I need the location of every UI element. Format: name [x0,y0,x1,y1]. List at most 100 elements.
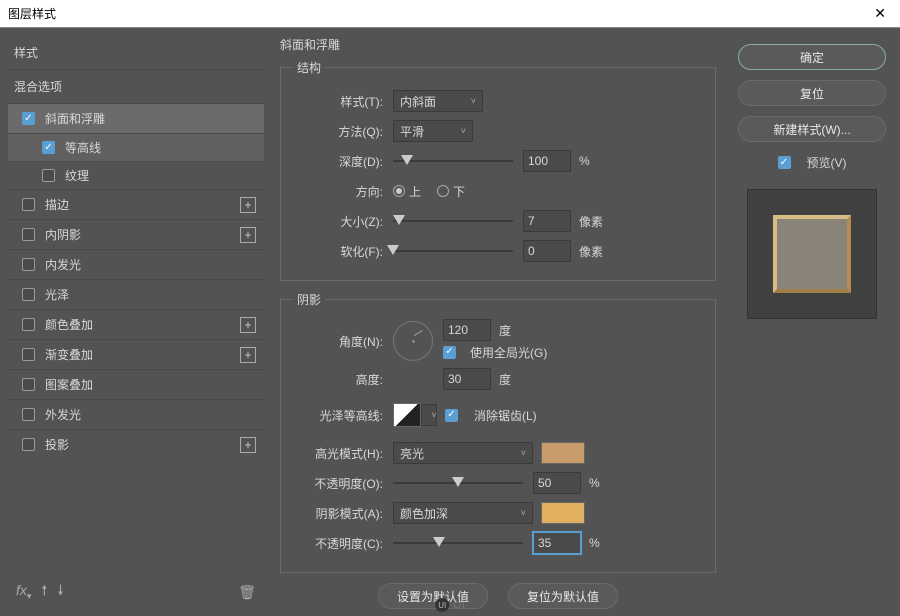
structure-legend: 结构 [293,59,325,76]
sidebar-item-color-overlay[interactable]: 颜色叠加+ [8,309,264,339]
checkbox-icon[interactable] [42,169,55,182]
shading-legend: 阴影 [293,291,325,308]
sidebar-footer: fx▾ 🠕 🠗 🗑 [8,576,264,608]
checkbox-icon[interactable] [22,288,35,301]
preview-toggle[interactable]: 预览(V) [778,154,847,171]
structure-group: 结构 样式(T):内斜面˅ 方法(Q):平滑˅ 深度(D):% 方向:上下 大小… [280,59,716,281]
size-slider[interactable] [393,213,513,229]
angle-label: 角度(N): [293,333,393,350]
shadow-opacity-input[interactable] [533,532,581,554]
panel-title: 斜面和浮雕 [280,36,716,53]
angle-dial[interactable] [393,321,433,361]
direction-label: 方向: [293,183,393,200]
watermark: UIcn [435,598,465,612]
blend-options[interactable]: 混合选项 [8,69,264,103]
settings-panel: 斜面和浮雕 结构 样式(T):内斜面˅ 方法(Q):平滑˅ 深度(D):% 方向… [268,28,724,616]
sidebar-item-satin[interactable]: 光泽 [8,279,264,309]
size-input[interactable] [523,210,571,232]
style-select[interactable]: 内斜面˅ [393,90,483,112]
checkbox-icon[interactable] [22,318,35,331]
highlight-opacity-input[interactable] [533,472,581,494]
styles-heading[interactable]: 样式 [8,36,264,69]
shadow-color-swatch[interactable] [541,502,585,524]
sidebar-item-bevel[interactable]: 斜面和浮雕 [8,103,264,133]
altitude-input[interactable] [443,368,491,390]
gloss-contour-label: 光泽等高线: [293,407,393,424]
highlight-color-swatch[interactable] [541,442,585,464]
shadow-mode-label: 阴影模式(A): [293,505,393,522]
up-arrow-icon[interactable]: 🠕 [41,580,47,604]
chevron-down-icon: ˅ [461,126,466,136]
technique-select[interactable]: 平滑˅ [393,120,473,142]
altitude-label: 高度: [293,371,393,388]
style-list: 斜面和浮雕 等高线 纹理 描边+ 内阴影+ 内发光 光泽 颜色叠加+ 渐变叠加+… [8,103,264,576]
checkbox-icon[interactable] [22,228,35,241]
global-light-checkbox[interactable] [443,346,456,359]
depth-label: 深度(D): [293,153,393,170]
new-style-button[interactable]: 新建样式(W)... [738,116,886,142]
sidebar-item-outer-glow[interactable]: 外发光 [8,399,264,429]
shading-group: 阴影 角度(N): 度 使用全局光(G) 高度:度 光泽等高线:˅消除锯齿(L)… [280,291,716,573]
depth-input[interactable] [523,150,571,172]
close-icon[interactable]: ✕ [868,5,892,22]
preview-box [747,189,877,319]
depth-slider[interactable] [393,153,513,169]
gloss-contour-picker[interactable] [393,403,421,427]
sidebar-item-gradient-overlay[interactable]: 渐变叠加+ [8,339,264,369]
antialias-checkbox[interactable] [445,409,458,422]
checkbox-icon[interactable] [22,348,35,361]
cancel-button[interactable]: 复位 [738,80,886,106]
checkbox-icon[interactable] [22,438,35,451]
contour-dropdown[interactable]: ˅ [421,404,437,426]
sidebar-item-drop-shadow[interactable]: 投影+ [8,429,264,459]
size-label: 大小(Z): [293,213,393,230]
chevron-down-icon: ˅ [471,96,476,106]
direction-up-radio[interactable] [393,185,405,197]
sidebar-item-stroke[interactable]: 描边+ [8,189,264,219]
sidebar-item-inner-glow[interactable]: 内发光 [8,249,264,279]
preview-swatch [773,215,851,293]
chevron-down-icon: ˅ [431,410,436,420]
sidebar-item-texture[interactable]: 纹理 [8,161,264,189]
trash-icon[interactable]: 🗑 [238,584,256,601]
fx-icon[interactable]: fx▾ [16,582,31,602]
add-icon[interactable]: + [240,317,256,333]
angle-input[interactable] [443,319,491,341]
technique-label: 方法(Q): [293,123,393,140]
highlight-mode-select[interactable]: 亮光˅ [393,442,533,464]
add-icon[interactable]: + [240,227,256,243]
sidebar-item-contour[interactable]: 等高线 [8,133,264,161]
sidebar-item-pattern-overlay[interactable]: 图案叠加 [8,369,264,399]
soften-slider[interactable] [393,243,513,259]
down-arrow-icon[interactable]: 🠗 [57,580,63,604]
checkbox-icon[interactable] [22,112,35,125]
direction-down-radio[interactable] [437,185,449,197]
chevron-down-icon: ˅ [521,448,526,458]
checkbox-icon[interactable] [42,141,55,154]
highlight-mode-label: 高光模式(H): [293,445,393,462]
checkbox-icon[interactable] [22,378,35,391]
window-title: 图层样式 [8,5,56,22]
chevron-down-icon: ˅ [521,508,526,518]
set-default-button[interactable]: 设置为默认值 [378,583,488,609]
sidebar-item-inner-shadow[interactable]: 内阴影+ [8,219,264,249]
titlebar: 图层样式 ✕ [0,0,900,28]
highlight-opacity-slider[interactable] [393,475,523,491]
shadow-mode-select[interactable]: 颜色加深˅ [393,502,533,524]
soften-label: 软化(F): [293,243,393,260]
checkbox-icon[interactable] [22,258,35,271]
add-icon[interactable]: + [240,197,256,213]
preview-checkbox[interactable] [778,156,791,169]
highlight-opacity-label: 不透明度(O): [293,475,393,492]
style-label: 样式(T): [293,93,393,110]
add-icon[interactable]: + [240,437,256,453]
right-panel: 确定 复位 新建样式(W)... 预览(V) [724,28,900,616]
reset-default-button[interactable]: 复位为默认值 [508,583,618,609]
checkbox-icon[interactable] [22,198,35,211]
ok-button[interactable]: 确定 [738,44,886,70]
checkbox-icon[interactable] [22,408,35,421]
add-icon[interactable]: + [240,347,256,363]
shadow-opacity-slider[interactable] [393,535,523,551]
soften-input[interactable] [523,240,571,262]
styles-sidebar: 样式 混合选项 斜面和浮雕 等高线 纹理 描边+ 内阴影+ 内发光 光泽 颜色叠… [0,28,268,616]
